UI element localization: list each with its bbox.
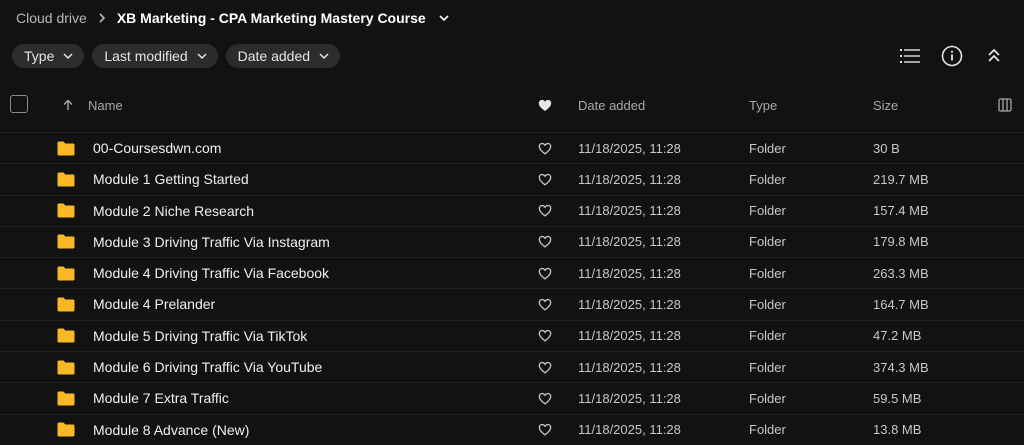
table-row[interactable]: Module 8 Advance (New) 11/18/2025, 11:28… (0, 413, 1024, 445)
folder-icon (57, 289, 75, 319)
table-header: Name Date added Type Size (0, 90, 1024, 130)
table-row[interactable]: Module 4 Driving Traffic Via Facebook 11… (0, 257, 1024, 288)
folder-icon (57, 352, 75, 382)
table-row[interactable]: 00-Coursesdwn.com 11/18/2025, 11:28 Fold… (0, 132, 1024, 163)
table-row[interactable]: Module 7 Extra Traffic 11/18/2025, 11:28… (0, 382, 1024, 413)
heart-outline-icon[interactable] (538, 352, 552, 382)
file-list: 00-Coursesdwn.com 11/18/2025, 11:28 Fold… (0, 132, 1024, 445)
row-name[interactable]: 00-Coursesdwn.com (93, 133, 221, 163)
row-date-added: 11/18/2025, 11:28 (578, 265, 681, 281)
folder-icon (57, 383, 75, 413)
heart-outline-icon[interactable] (538, 133, 552, 163)
info-icon[interactable] (940, 44, 964, 68)
row-size: 164.7 MB (873, 296, 929, 312)
row-date-added: 11/18/2025, 11:28 (578, 203, 681, 219)
filter-last-modified-button[interactable]: Last modified (92, 44, 218, 68)
heart-filled-icon[interactable] (538, 90, 552, 120)
row-type: Folder (749, 328, 786, 344)
heart-outline-icon[interactable] (538, 415, 552, 445)
table-row[interactable]: Module 1 Getting Started 11/18/2025, 11:… (0, 163, 1024, 194)
row-size: 263.3 MB (873, 265, 929, 281)
heart-outline-icon[interactable] (538, 196, 552, 226)
row-type: Folder (749, 359, 786, 375)
row-type: Folder (749, 171, 786, 187)
table-row[interactable]: Module 4 Prelander 11/18/2025, 11:28 Fol… (0, 288, 1024, 319)
breadcrumb: Cloud drive XB Marketing - CPA Marketing… (16, 8, 450, 28)
heart-outline-icon[interactable] (538, 383, 552, 413)
row-type: Folder (749, 203, 786, 219)
row-type: Folder (749, 234, 786, 250)
collapse-up-icon[interactable] (982, 44, 1006, 68)
chevron-down-icon (62, 51, 74, 61)
filter-date-added-button[interactable]: Date added (225, 44, 341, 68)
folder-icon (57, 258, 75, 288)
heart-outline-icon[interactable] (538, 321, 552, 351)
row-date-added: 11/18/2025, 11:28 (578, 359, 681, 375)
heart-outline-icon[interactable] (538, 164, 552, 194)
chevron-down-icon (196, 51, 208, 61)
breadcrumb-cloud-drive[interactable]: Cloud drive (16, 10, 87, 26)
folder-icon (57, 164, 75, 194)
row-date-added: 11/18/2025, 11:28 (578, 234, 681, 250)
filter-type-label: Type (24, 48, 55, 64)
row-name[interactable]: Module 6 Driving Traffic Via YouTube (93, 352, 322, 382)
filter-type-button[interactable]: Type (12, 44, 85, 68)
view-toolbar (898, 44, 1006, 68)
column-header-type[interactable]: Type (749, 90, 777, 120)
row-size: 30 B (873, 140, 900, 156)
row-size: 219.7 MB (873, 171, 929, 187)
row-size: 157.4 MB (873, 203, 929, 219)
filter-last-modified-label: Last modified (104, 48, 188, 64)
row-type: Folder (749, 140, 786, 156)
heart-outline-icon[interactable] (538, 227, 552, 257)
arrow-up-icon[interactable] (62, 90, 74, 120)
row-name[interactable]: Module 3 Driving Traffic Via Instagram (93, 227, 330, 257)
row-date-added: 11/18/2025, 11:28 (578, 140, 681, 156)
chevron-down-icon[interactable] (438, 13, 450, 23)
heart-outline-icon[interactable] (538, 289, 552, 319)
chevron-right-icon (97, 12, 107, 24)
folder-icon (57, 415, 75, 445)
chevron-down-icon (318, 51, 330, 61)
folder-icon (57, 321, 75, 351)
row-name[interactable]: Module 2 Niche Research (93, 196, 254, 226)
filter-bar: Type Last modified Date added (12, 44, 341, 68)
row-date-added: 11/18/2025, 11:28 (578, 390, 681, 406)
row-name[interactable]: Module 5 Driving Traffic Via TikTok (93, 321, 307, 351)
filter-date-added-label: Date added (237, 48, 311, 64)
row-size: 13.8 MB (873, 422, 922, 438)
row-name[interactable]: Module 4 Driving Traffic Via Facebook (93, 258, 329, 288)
row-date-added: 11/18/2025, 11:28 (578, 296, 681, 312)
folder-icon (57, 196, 75, 226)
table-row[interactable]: Module 2 Niche Research 11/18/2025, 11:2… (0, 194, 1024, 226)
row-size: 47.2 MB (873, 328, 922, 344)
breadcrumb-current-folder: XB Marketing - CPA Marketing Mastery Cou… (116, 10, 426, 26)
row-name[interactable]: Module 1 Getting Started (93, 164, 249, 194)
columns-icon[interactable] (998, 90, 1012, 120)
row-size: 374.3 MB (873, 359, 929, 375)
row-type: Folder (749, 390, 786, 406)
row-type: Folder (749, 422, 786, 438)
folder-icon (57, 227, 75, 257)
row-size: 59.5 MB (873, 390, 922, 406)
row-size: 179.8 MB (873, 234, 929, 250)
row-date-added: 11/18/2025, 11:28 (578, 171, 681, 187)
column-header-date-added[interactable]: Date added (578, 90, 645, 120)
row-name[interactable]: Module 8 Advance (New) (93, 415, 249, 445)
folder-icon (57, 133, 75, 163)
list-view-icon[interactable] (898, 44, 922, 68)
row-date-added: 11/18/2025, 11:28 (578, 328, 681, 344)
row-name[interactable]: Module 4 Prelander (93, 289, 215, 319)
column-header-name[interactable]: Name (88, 90, 123, 120)
table-row[interactable]: Module 6 Driving Traffic Via YouTube 11/… (0, 351, 1024, 382)
table-row[interactable]: Module 5 Driving Traffic Via TikTok 11/1… (0, 319, 1024, 351)
row-type: Folder (749, 296, 786, 312)
row-date-added: 11/18/2025, 11:28 (578, 422, 681, 438)
table-row[interactable]: Module 3 Driving Traffic Via Instagram 1… (0, 225, 1024, 257)
select-all-checkbox[interactable] (10, 95, 28, 113)
row-name[interactable]: Module 7 Extra Traffic (93, 383, 229, 413)
heart-outline-icon[interactable] (538, 258, 552, 288)
row-type: Folder (749, 265, 786, 281)
column-header-size[interactable]: Size (873, 90, 898, 120)
